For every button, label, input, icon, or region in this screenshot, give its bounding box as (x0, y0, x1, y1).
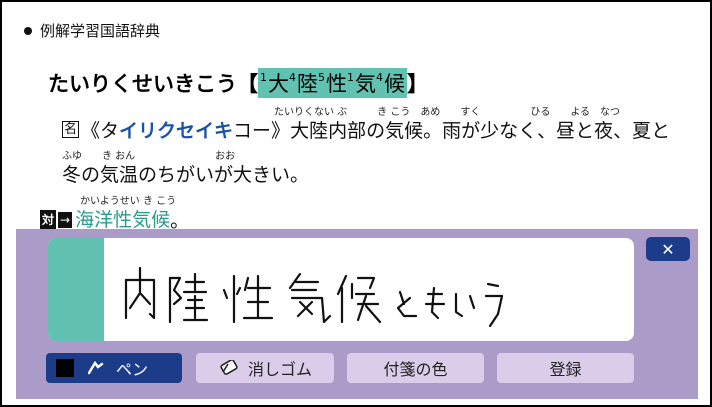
kanji-grade: 1 (260, 70, 267, 84)
note-color-strip (48, 238, 104, 341)
handwriting-drawing (124, 266, 504, 328)
definition-line-2: 冬の気温のちがいが大きい。 (62, 160, 309, 187)
kanji-char: 陸 (297, 72, 318, 96)
bullet-icon (24, 26, 32, 35)
definition-line-1: 名 《タ イリクセイキ コー》 大陸内部の気候。雨が少なく、昼と夜、夏と (62, 116, 670, 143)
kana-accent: イリクセイキ (119, 120, 234, 142)
kanji-grade: 4 (376, 70, 383, 84)
kanji-grade: 1 (347, 70, 354, 84)
dictionary-header: 例解学習国語辞典 (24, 20, 160, 41)
pen-icon (88, 361, 108, 375)
close-icon: ✕ (661, 239, 675, 259)
close-button[interactable]: ✕ (646, 237, 690, 261)
kanji-char: 大 (268, 72, 289, 96)
sticky-note[interactable] (48, 238, 634, 341)
kanji-char: 気 (355, 72, 376, 96)
dictionary-screen: 例解学習国語辞典 たいりくせいきこう 【 1大 4陸 5性 1気 4候 】 たい… (0, 0, 712, 407)
memo-panel: ✕ ペン 消しゴム 付箋の色 登録 (16, 229, 698, 399)
kanji-char: 候 (384, 72, 405, 96)
arrow-right-icon: → (58, 211, 73, 228)
definition-text-2: 冬の気温のちがいが大きい。 (62, 164, 310, 186)
kanji-grade: 4 (289, 70, 296, 84)
opposite-badge: 対 (40, 210, 57, 229)
dictionary-title: 例解学習国語辞典 (40, 22, 161, 40)
note-color-button[interactable]: 付箋の色 (347, 353, 484, 383)
eraser-button[interactable]: 消しゴム (196, 353, 334, 383)
entry-headword: たいりくせいきこう 【 1大 4陸 5性 1気 4候 】 (48, 68, 428, 98)
open-bracket: 【 (237, 72, 258, 96)
kanji-grade: 5 (318, 70, 325, 84)
part-of-speech-badge: 名 (62, 121, 80, 138)
eraser-label: 消しゴム (247, 360, 312, 379)
pen-label: ペン (116, 360, 149, 379)
kanji-char: 性 (326, 72, 347, 96)
register-button[interactable]: 登録 (497, 353, 634, 383)
pen-button[interactable]: ペン (46, 353, 182, 383)
pen-color-swatch (56, 359, 74, 377)
close-bracket: 】 (407, 72, 428, 96)
eraser-icon (218, 360, 240, 376)
register-label: 登録 (549, 360, 582, 379)
entry-reading: たいりくせいきこう (48, 72, 237, 96)
definition-text-1: 大陸内部の気候。雨が少なく、昼と夜、夏と (290, 120, 671, 142)
note-color-label: 付箋の色 (383, 360, 448, 379)
kana-close: コー》 (233, 120, 291, 142)
kana-open: 《タ (81, 120, 120, 142)
entry-kanji: 1大 4陸 5性 1気 4候 (258, 68, 407, 98)
